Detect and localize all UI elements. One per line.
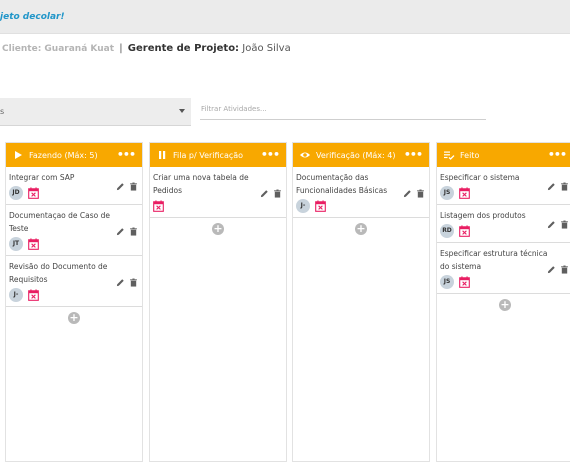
add-card-button[interactable]: + bbox=[212, 223, 224, 235]
avatar: JD bbox=[9, 186, 23, 200]
task-card[interactable]: Especificar o sistema JS bbox=[437, 167, 570, 205]
banner-text: jeto decolar! bbox=[0, 12, 65, 22]
caret-down-icon bbox=[179, 109, 185, 113]
edit-icon[interactable] bbox=[547, 176, 556, 195]
task-card[interactable]: Documentaçao de Caso de Teste JT bbox=[6, 205, 142, 256]
avatar: JS bbox=[440, 275, 454, 289]
column-header: Fazendo (Máx: 5) ••• bbox=[6, 143, 142, 167]
task-meta: J- bbox=[9, 288, 122, 302]
kanban-column: Fazendo (Máx: 5) ••• Integrar com SAP JD Doc… bbox=[5, 142, 143, 462]
column-menu-icon[interactable]: ••• bbox=[548, 148, 567, 161]
task-card[interactable]: Integrar com SAP JD bbox=[6, 167, 142, 205]
column-header: Fila p/ Verificação ••• bbox=[150, 143, 286, 167]
column-menu-icon[interactable]: ••• bbox=[404, 148, 423, 161]
task-card[interactable]: Listagem dos produtos RD bbox=[437, 205, 570, 243]
avatar: JS bbox=[440, 186, 454, 200]
calendar-icon[interactable] bbox=[459, 222, 470, 241]
filter-select-value: s bbox=[0, 107, 5, 116]
card-actions bbox=[403, 167, 425, 217]
calendar-icon[interactable] bbox=[459, 273, 470, 292]
kanban-column: Verificação (Máx: 4) ••• Documentação das … bbox=[292, 142, 430, 462]
manager-name: João Silva bbox=[242, 43, 291, 54]
calendar-icon[interactable] bbox=[28, 235, 39, 254]
add-card-button[interactable]: + bbox=[499, 299, 511, 311]
column-menu-icon[interactable]: ••• bbox=[261, 148, 280, 161]
card-actions bbox=[116, 167, 138, 204]
delete-icon[interactable] bbox=[416, 183, 425, 202]
pause-icon bbox=[156, 149, 168, 161]
play-icon bbox=[12, 149, 24, 161]
edit-icon[interactable] bbox=[116, 272, 125, 291]
client-name: Cliente: Guaraná Kuat bbox=[2, 44, 115, 54]
calendar-icon[interactable] bbox=[153, 197, 164, 216]
task-card[interactable]: Especificar estrutura técnica do sistema… bbox=[437, 243, 570, 294]
avatar: J- bbox=[9, 288, 23, 302]
task-title: Criar uma nova tabela de Pedidos bbox=[153, 173, 249, 195]
edit-icon[interactable] bbox=[260, 183, 269, 202]
delete-icon[interactable] bbox=[129, 272, 138, 291]
avatar: J- bbox=[296, 199, 310, 213]
column-title: Fila p/ Verificação bbox=[173, 150, 244, 160]
calendar-icon[interactable] bbox=[28, 286, 39, 305]
column-header: Feito ••• bbox=[437, 143, 570, 167]
task-meta: J- bbox=[296, 199, 409, 213]
delete-icon[interactable] bbox=[560, 259, 569, 278]
column-header: Verificação (Máx: 4) ••• bbox=[293, 143, 429, 167]
edit-icon[interactable] bbox=[547, 259, 556, 278]
kanban-column: Feito ••• Especificar o sistema JS Listagem … bbox=[436, 142, 570, 462]
delete-icon[interactable] bbox=[560, 214, 569, 233]
column-menu-icon[interactable]: ••• bbox=[117, 148, 136, 161]
checklist-icon bbox=[443, 149, 455, 161]
card-actions bbox=[116, 205, 138, 255]
avatar: RD bbox=[440, 224, 454, 238]
task-title: Integrar com SAP bbox=[9, 173, 75, 182]
eye-icon bbox=[299, 149, 311, 161]
filter-activities-input[interactable] bbox=[200, 98, 486, 120]
task-meta: RD bbox=[440, 224, 553, 238]
card-actions bbox=[547, 243, 569, 293]
kanban-column: Fila p/ Verificação ••• Criar uma nova tab… bbox=[149, 142, 287, 462]
column-title: Verificação (Máx: 4) bbox=[316, 150, 396, 160]
card-actions bbox=[260, 167, 282, 217]
column-title: Feito bbox=[460, 150, 480, 160]
edit-icon[interactable] bbox=[403, 183, 412, 202]
task-title: Documentaçao de Caso de Teste bbox=[9, 211, 110, 233]
top-banner: jeto decolar! bbox=[0, 0, 570, 34]
card-actions bbox=[116, 256, 138, 306]
filter-select[interactable]: s bbox=[0, 98, 191, 126]
task-title: Documentação das Funcionalidades Básicas bbox=[296, 173, 388, 195]
calendar-icon[interactable] bbox=[28, 184, 39, 203]
task-card[interactable]: Revisão do Documento de Requisitos J- bbox=[6, 256, 142, 307]
add-card-button[interactable]: + bbox=[68, 312, 80, 324]
project-info: Cliente: Guaraná Kuat | Gerente de Proje… bbox=[2, 43, 291, 54]
avatar: JT bbox=[9, 237, 23, 251]
separator: | bbox=[119, 43, 123, 54]
task-title: Listagem dos produtos bbox=[440, 211, 526, 220]
delete-icon[interactable] bbox=[129, 176, 138, 195]
calendar-icon[interactable] bbox=[315, 197, 326, 216]
card-actions bbox=[547, 167, 569, 204]
calendar-icon[interactable] bbox=[459, 184, 470, 203]
task-meta: JS bbox=[440, 186, 553, 200]
delete-icon[interactable] bbox=[273, 183, 282, 202]
task-card[interactable]: Documentação das Funcionalidades Básicas… bbox=[293, 167, 429, 218]
task-meta: JS bbox=[440, 275, 553, 289]
card-actions bbox=[547, 205, 569, 242]
delete-icon[interactable] bbox=[129, 221, 138, 240]
column-title: Fazendo (Máx: 5) bbox=[29, 150, 98, 160]
task-title: Especificar estrutura técnica do sistema bbox=[440, 249, 548, 271]
task-meta: JT bbox=[9, 237, 122, 251]
edit-icon[interactable] bbox=[547, 214, 556, 233]
delete-icon[interactable] bbox=[560, 176, 569, 195]
manager-label: Gerente de Projeto: bbox=[127, 43, 240, 54]
edit-icon[interactable] bbox=[116, 176, 125, 195]
task-meta bbox=[153, 199, 266, 213]
add-card-button[interactable]: + bbox=[355, 223, 367, 235]
task-title: Revisão do Documento de Requisitos bbox=[9, 262, 108, 284]
edit-icon[interactable] bbox=[116, 221, 125, 240]
task-title: Especificar o sistema bbox=[440, 173, 520, 182]
task-meta: JD bbox=[9, 186, 122, 200]
task-card[interactable]: Criar uma nova tabela de Pedidos bbox=[150, 167, 286, 218]
